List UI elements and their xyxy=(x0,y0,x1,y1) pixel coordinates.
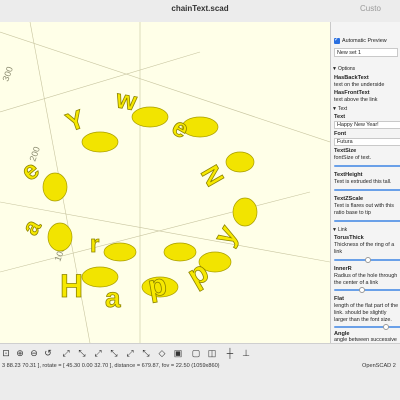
param-label: TextSize xyxy=(334,148,357,154)
axis-label: 300 xyxy=(0,65,15,83)
param-desc: larger than the font size. xyxy=(334,317,392,323)
3d-viewport[interactable]: 300 200 100 H a p p y N e w Y e a r xyxy=(0,22,330,343)
param-label: Text xyxy=(334,114,346,120)
param-label: TextHeight xyxy=(334,172,363,178)
param-label: HasFrontText xyxy=(334,90,370,96)
font-field[interactable]: Futura xyxy=(334,138,400,146)
glyph-n: N xyxy=(195,160,230,191)
customizer-title: Custo xyxy=(360,4,381,13)
glyph-r: r xyxy=(90,231,99,258)
version-label: OpenSCAD 2 xyxy=(362,363,396,369)
reset-view-icon[interactable]: ↺ xyxy=(42,347,54,359)
window-title: chainText.scad xyxy=(171,4,229,13)
textzscale-slider[interactable] xyxy=(334,220,400,222)
param-desc: ratio base to tip xyxy=(334,210,371,216)
show-edges-icon[interactable]: ⊥ xyxy=(240,347,252,359)
customizer-panel: Automatic Preview New set 1 ▼Options Has… xyxy=(330,22,400,343)
innerr-slider-knob[interactable] xyxy=(359,287,365,293)
param-desc: Thickness of the ring of a xyxy=(334,242,395,248)
view-left-icon[interactable]: ⤡ xyxy=(108,347,120,359)
glyph-a: a xyxy=(17,214,47,240)
title-bar: chainText.scad Custo xyxy=(0,0,400,23)
param-label: HasBackText xyxy=(334,75,369,81)
view-all-icon[interactable]: ⊡ xyxy=(0,347,12,359)
view-right-icon[interactable]: ⤢ xyxy=(60,347,72,359)
view-back-icon[interactable]: ⤡ xyxy=(140,347,152,359)
section-text[interactable]: ▼Text xyxy=(332,106,400,113)
innerr-slider[interactable] xyxy=(334,289,400,291)
param-desc: link xyxy=(334,249,343,255)
textsize-slider[interactable] xyxy=(334,165,400,167)
flat-slider-knob[interactable] xyxy=(383,324,389,330)
param-desc: text on the underside xyxy=(334,82,385,88)
auto-preview-checkbox[interactable] xyxy=(334,36,340,44)
preset-select[interactable]: New set 1 xyxy=(334,48,398,57)
param-desc: Radius of the hole through xyxy=(334,273,398,279)
view-center-icon[interactable]: ▣ xyxy=(172,347,184,359)
perspective-icon[interactable]: ▢ xyxy=(190,347,202,359)
flat-slider[interactable] xyxy=(334,326,400,328)
param-desc: fontSize of text. xyxy=(334,155,372,161)
view-diagonal-icon[interactable]: ◇ xyxy=(156,347,168,359)
param-desc: length of the flat part of the xyxy=(334,303,399,309)
view-front-icon[interactable]: ⤢ xyxy=(124,347,136,359)
zoom-out-icon[interactable]: ⊖ xyxy=(28,347,40,359)
param-desc: Text is flares out with this xyxy=(334,203,394,209)
view-bottom-icon[interactable]: ⤢ xyxy=(92,347,104,359)
param-label: TextZScale xyxy=(334,196,364,202)
section-link[interactable]: ▼Link xyxy=(332,227,400,234)
param-desc: link. should be slightly xyxy=(334,310,387,316)
model-render: 300 200 100 H a p p y N e w Y e a r xyxy=(0,22,330,343)
param-label: Flat xyxy=(334,296,344,302)
glyph-p: p xyxy=(145,268,169,304)
glyph-a: a xyxy=(105,282,121,313)
param-label: Font xyxy=(334,131,347,137)
glyph-h: H xyxy=(60,268,83,304)
textheight-slider[interactable] xyxy=(334,189,400,191)
triangle-down-icon: ▼ xyxy=(332,106,337,112)
triangle-down-icon: ▼ xyxy=(332,227,337,233)
param-label: InnerR xyxy=(334,266,352,272)
auto-preview-label: Automatic Preview xyxy=(342,38,387,44)
orthogonal-icon[interactable]: ◫ xyxy=(206,347,218,359)
glyph-y: Y xyxy=(62,104,89,138)
section-options[interactable]: ▼Options xyxy=(332,66,400,73)
param-desc: Text is extruded this tall. xyxy=(334,179,392,185)
triangle-down-icon: ▼ xyxy=(332,66,337,72)
zoom-in-icon[interactable]: ⊕ xyxy=(14,347,26,359)
view-top-icon[interactable]: ⤡ xyxy=(76,347,88,359)
text-field[interactable]: Happy New Year! xyxy=(334,121,400,129)
view-toolbar: ⊡ ⊕ ⊖ ↺ ⤢ ⤡ ⤢ ⤡ ⤢ ⤡ ◇ ▣ ▢ ◫ ┼ ⊥ xyxy=(0,347,330,361)
torusthick-slider-knob[interactable] xyxy=(365,257,371,263)
param-label: TorusThick xyxy=(334,235,364,241)
param-desc: the center of a link xyxy=(334,280,379,286)
camera-status: 3 88.23 70.31 ], rotate = [ 45.30 0.00 3… xyxy=(2,363,220,369)
openscad-window: chainText.scad Custo 300 200 100 H a p p… xyxy=(0,0,400,400)
show-axes-icon[interactable]: ┼ xyxy=(224,347,236,359)
param-desc: text above the link xyxy=(334,97,378,103)
